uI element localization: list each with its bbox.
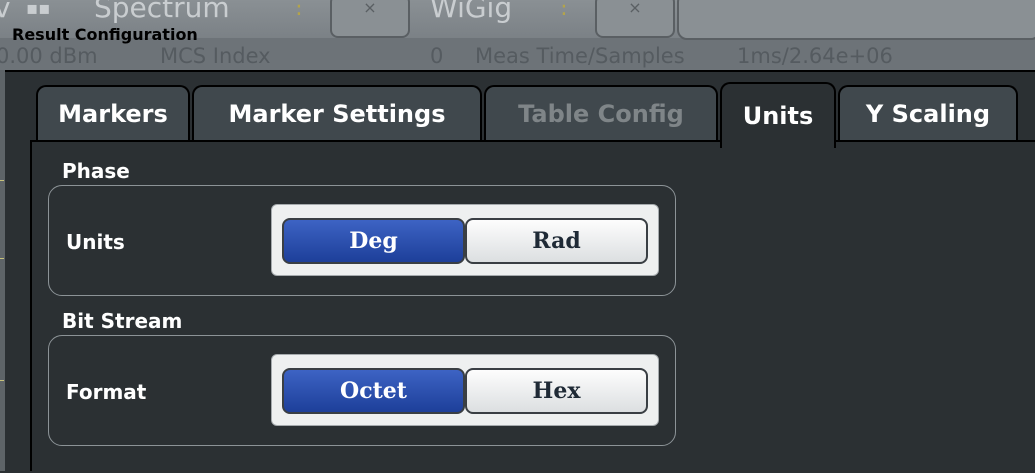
background-tab-spectrum[interactable]: Spectrum — [94, 0, 230, 24]
background-trace-tick — [0, 258, 4, 259]
hex-option[interactable]: Hex — [465, 368, 648, 414]
octet-option[interactable]: Octet — [282, 368, 465, 414]
bit-stream-section-title: Bit Stream — [62, 309, 183, 333]
phase-group: Units Deg Rad — [48, 185, 676, 296]
tab-label: Table Config — [518, 99, 684, 128]
bit-stream-format-label: Format — [66, 380, 147, 404]
background-grid-icon: ▪▪ — [26, 0, 51, 19]
tab-table-config: Table Config — [484, 85, 718, 140]
tab-units[interactable]: Units — [720, 82, 836, 148]
background-tab-wigig[interactable]: WiGig — [430, 0, 512, 24]
background-meas-time-label: Meas Time/Samples — [475, 44, 685, 68]
background-trace-tick — [0, 180, 4, 181]
option-label: Hex — [532, 378, 581, 404]
background-tab-menu-icon[interactable]: ⋮ — [553, 0, 575, 19]
bit-stream-format-toggle: Octet Hex — [271, 354, 659, 426]
background-mcs-value: 0 — [430, 44, 444, 68]
option-label: Deg — [349, 228, 398, 254]
phase-units-label: Units — [66, 230, 125, 254]
option-label: Rad — [532, 228, 581, 254]
tab-label: Marker Settings — [228, 99, 446, 128]
background-meas-time-value: 1ms/2.64e+06 — [737, 44, 893, 68]
dialog-title: Result Configuration — [12, 25, 198, 44]
tab-label: Units — [742, 102, 814, 130]
tab-markers[interactable]: Markers — [36, 85, 190, 140]
background-ref-level: 0.00 dBm — [0, 44, 98, 68]
background-trace-edge — [0, 70, 5, 471]
background-tab-menu-icon[interactable]: ⋮ — [288, 0, 310, 19]
tab-marker-settings[interactable]: Marker Settings — [192, 85, 482, 140]
units-tab-panel: Phase Units Deg Rad Bit Stream Format Oc… — [30, 142, 1035, 471]
background-tab-close-button[interactable]: × — [595, 0, 675, 38]
close-icon: × — [363, 0, 377, 17]
background-mcs-label: MCS Index — [160, 44, 271, 68]
rad-option[interactable]: Rad — [465, 218, 648, 264]
phase-units-toggle: Deg Rad — [271, 204, 659, 276]
background-tab-close-button[interactable]: × — [330, 0, 410, 38]
close-icon: × — [628, 0, 642, 17]
deg-option[interactable]: Deg — [282, 218, 465, 264]
background-tab-marker-icon: v — [0, 0, 11, 24]
background-panel — [677, 0, 1035, 40]
bit-stream-group: Format Octet Hex — [48, 335, 676, 446]
option-label: Octet — [340, 378, 407, 404]
tab-label: Y Scaling — [865, 99, 991, 128]
phase-section-title: Phase — [62, 159, 130, 183]
tab-y-scaling[interactable]: Y Scaling — [838, 85, 1018, 140]
background-trace-tick — [0, 380, 4, 381]
tab-label: Markers — [58, 99, 168, 128]
